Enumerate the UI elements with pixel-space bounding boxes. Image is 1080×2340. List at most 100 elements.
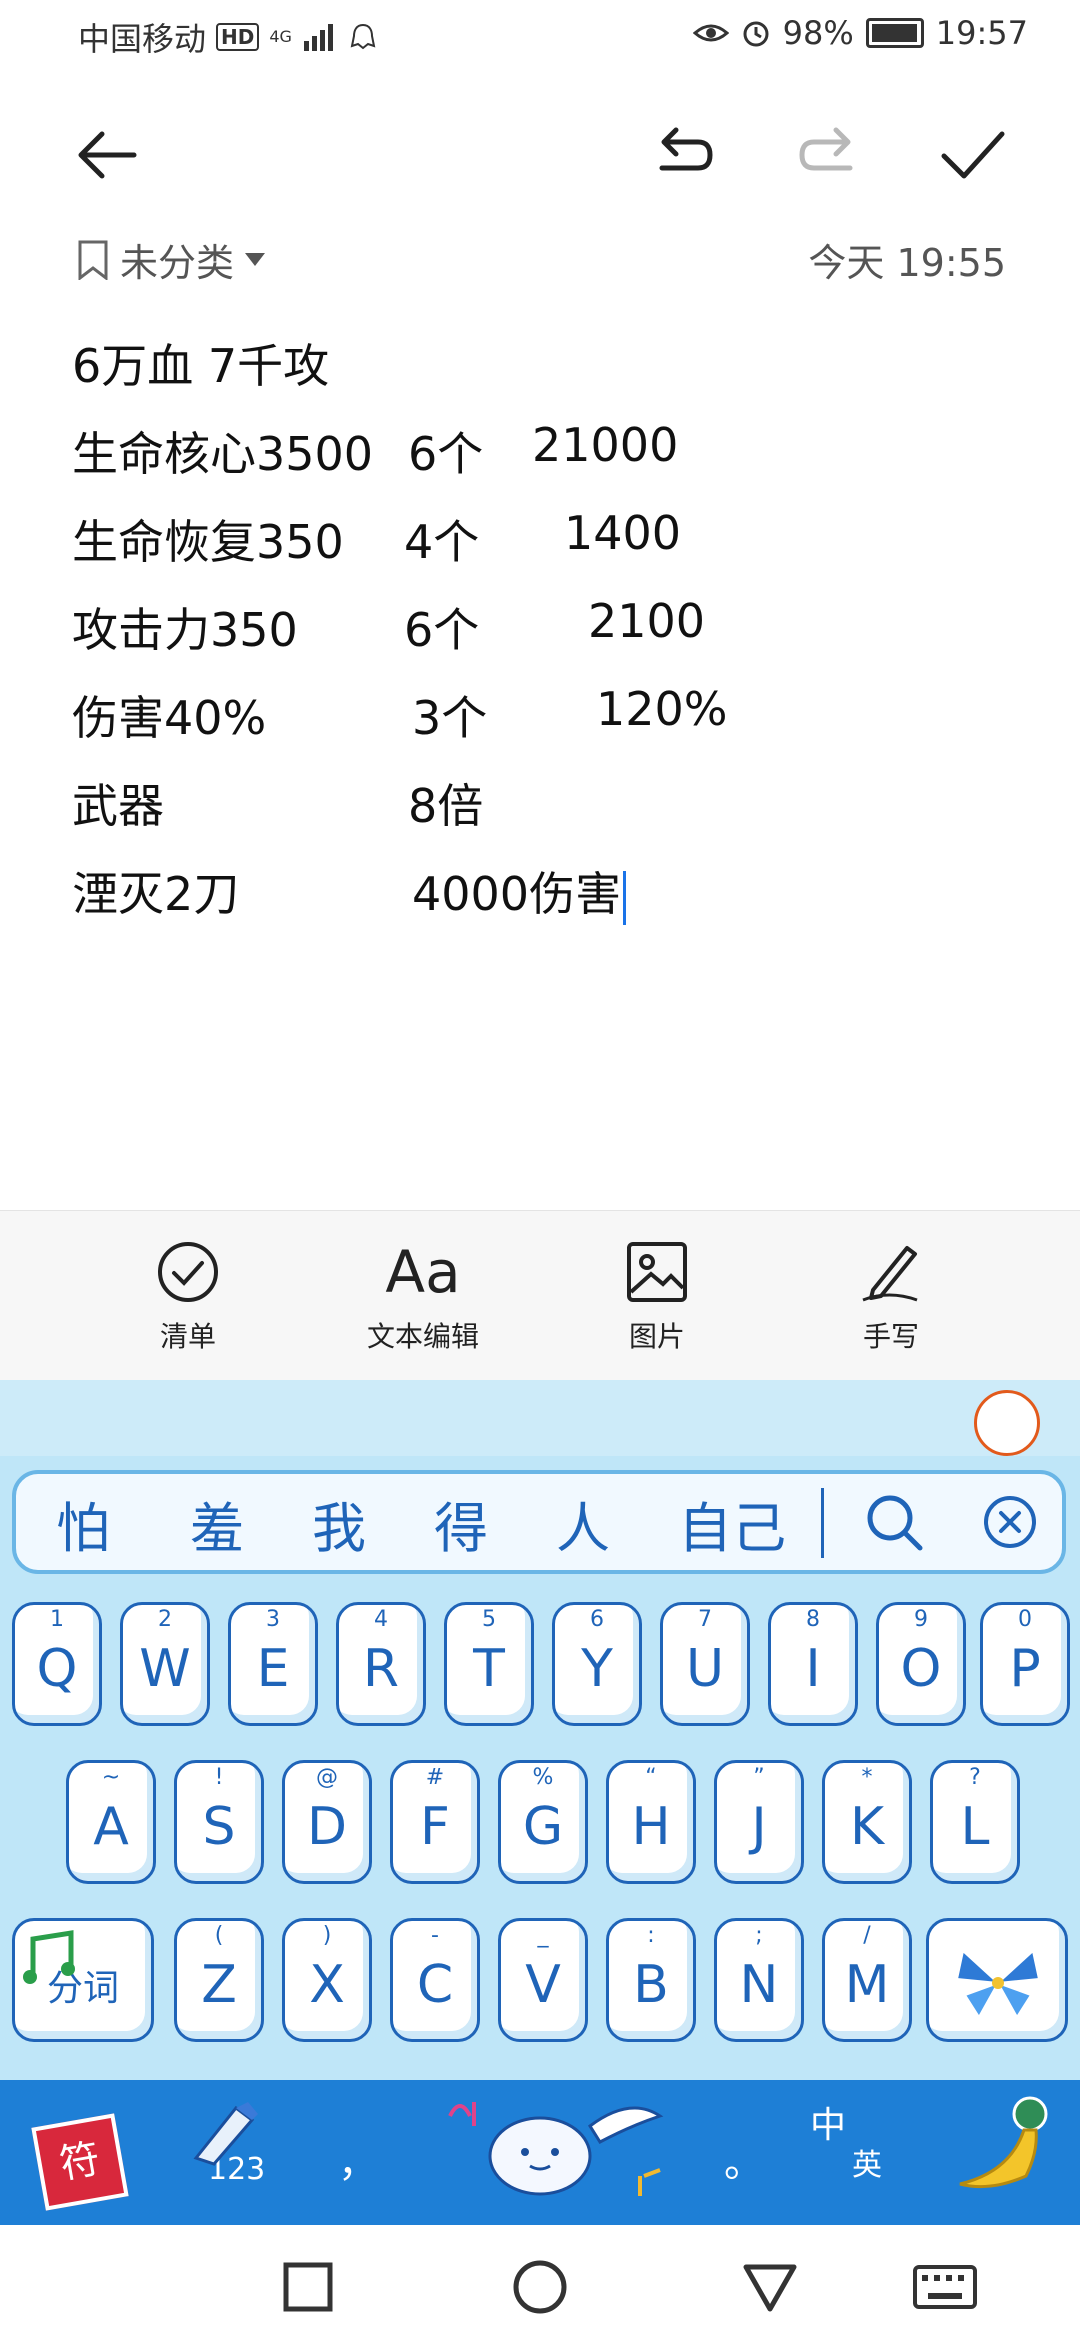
key-h[interactable]: “H: [606, 1760, 696, 1884]
handwrite-button[interactable]: 手写: [791, 1237, 991, 1355]
key-label: B: [633, 1955, 669, 2015]
key-label: T: [473, 1639, 505, 1699]
key-f[interactable]: # F: [390, 1760, 480, 1884]
key-g[interactable]: % G: [498, 1760, 588, 1884]
note-text: 伤害40%: [72, 691, 267, 745]
key-z[interactable]: (Z: [174, 1918, 264, 2042]
language-toggle-key[interactable]: 中 英: [810, 2096, 900, 2196]
key-s[interactable]: ! S: [174, 1760, 264, 1884]
note-line: 武器 8倍: [72, 770, 1012, 858]
recents-icon[interactable]: [278, 2257, 338, 2317]
hd-badge: HD: [216, 23, 260, 51]
key-label: R: [362, 1639, 400, 1699]
candidate-word[interactable]: 羞: [190, 1484, 244, 1563]
key-label: V: [525, 1955, 561, 2015]
key-x[interactable]: ) X: [282, 1918, 372, 2042]
note-text: 120%: [596, 682, 728, 736]
caret-down-icon: [245, 252, 266, 266]
symbol-key[interactable]: 符: [31, 2113, 129, 2211]
key-q[interactable]: 1Q: [12, 1602, 102, 1726]
note-text: 2100: [588, 594, 706, 648]
keyboard-mascot-icon[interactable]: [974, 1390, 1040, 1456]
text-edit-button[interactable]: Aa 文本编辑: [323, 1237, 523, 1355]
key-label: L: [960, 1797, 990, 1857]
candidate-word[interactable]: 自己: [678, 1484, 786, 1563]
note-body[interactable]: 6万血 7千攻 生命核心3500 6个 21000 生命恢复350 4个 140…: [72, 330, 1012, 946]
key-r[interactable]: 4R: [336, 1602, 426, 1726]
comma-key[interactable]: ，: [338, 2130, 378, 2188]
close-circle-icon[interactable]: [982, 1494, 1038, 1550]
key-label: U: [685, 1639, 725, 1699]
lang-cn-label: 中: [810, 2105, 847, 2146]
arrow-left-icon[interactable]: [72, 120, 142, 190]
note-text: 1400: [564, 506, 682, 560]
note-text: 6万血 7千攻: [72, 339, 330, 393]
image-button[interactable]: 图片: [557, 1237, 757, 1355]
key-p[interactable]: 0P: [980, 1602, 1070, 1726]
key-o[interactable]: 9O: [876, 1602, 966, 1726]
key-secondary: @: [316, 1765, 338, 1790]
candidate-word[interactable]: 人: [556, 1484, 610, 1563]
image-icon: [627, 1242, 687, 1302]
key-a[interactable]: ~ A: [66, 1760, 156, 1884]
key-i[interactable]: 8I: [768, 1602, 858, 1726]
key-b[interactable]: :B: [606, 1918, 696, 2042]
redo-icon[interactable]: [794, 120, 864, 190]
key-label: P: [1009, 1639, 1041, 1699]
checklist-button[interactable]: 清单: [88, 1237, 288, 1355]
search-icon[interactable]: [862, 1490, 926, 1554]
key-k[interactable]: * K: [822, 1760, 912, 1884]
note-action-bar: 清单 Aa 文本编辑 图片 手写: [0, 1210, 1080, 1381]
candidate-word[interactable]: 怕: [56, 1484, 110, 1563]
candidate-word[interactable]: 得: [434, 1484, 488, 1563]
battery-icon: [865, 18, 924, 48]
key-j[interactable]: ” J: [714, 1760, 804, 1884]
home-icon[interactable]: [510, 2257, 570, 2317]
key-label: N: [739, 1955, 779, 2015]
key-secondary: 4: [374, 1607, 388, 1632]
music-note-icon: [23, 1930, 75, 1984]
space-mascot-icon[interactable]: [430, 2086, 680, 2216]
key-n[interactable]: ; N: [714, 1918, 804, 2042]
key-m[interactable]: / M: [822, 1918, 912, 2042]
category-selector[interactable]: 未分类: [76, 232, 266, 287]
undo-icon[interactable]: [648, 120, 718, 190]
key-label: I: [805, 1639, 821, 1699]
note-text: 3个: [412, 691, 488, 745]
key-w[interactable]: 2W: [120, 1602, 210, 1726]
key-secondary: 3: [266, 1607, 280, 1632]
key-label: X: [309, 1955, 345, 2015]
key-fenci[interactable]: 分词: [12, 1918, 154, 2042]
key-y[interactable]: 6Y: [552, 1602, 642, 1726]
text-cursor: [623, 870, 627, 925]
key-e[interactable]: 3E: [228, 1602, 318, 1726]
key-label: M: [844, 1955, 890, 2015]
key-c[interactable]: -C: [390, 1918, 480, 2042]
backspace-key[interactable]: [926, 1918, 1068, 2042]
key-d[interactable]: @ D: [282, 1760, 372, 1884]
keyboard-top-strip: [0, 1380, 1080, 1456]
key-secondary: ;: [755, 1923, 763, 1948]
key-label: S: [202, 1797, 236, 1857]
handwrite-label: 手写: [862, 1320, 919, 1353]
check-icon[interactable]: [938, 120, 1008, 190]
note-text: 生命恢复350: [72, 515, 344, 569]
soft-keyboard: 怕 羞 我 得 人 自己 1Q 2W 3E 4R 5T 6Y 7U 8I 9O …: [0, 1380, 1080, 2225]
key-secondary: !: [214, 1765, 224, 1790]
key-t[interactable]: 5T: [444, 1602, 534, 1726]
candidate-word[interactable]: 我: [312, 1484, 366, 1563]
status-right: 98% 19:57: [692, 14, 1028, 52]
key-secondary: ): [322, 1923, 332, 1948]
keyboard-icon[interactable]: [912, 2257, 978, 2317]
key-v[interactable]: _ V: [498, 1918, 588, 2042]
key-label: E: [256, 1639, 290, 1699]
period-key[interactable]: 。: [724, 2130, 764, 2188]
note-text: 攻击力350: [72, 603, 298, 657]
key-l[interactable]: ? L: [930, 1760, 1020, 1884]
back-triangle-icon[interactable]: [740, 2257, 800, 2317]
key-u[interactable]: 7U: [660, 1602, 750, 1726]
note-text-with-cursor: 4000伤害: [412, 858, 627, 925]
brush-enter-icon[interactable]: [940, 2092, 1060, 2212]
key-secondary: 2: [158, 1607, 172, 1632]
carrier-label: 中国移动: [78, 20, 207, 58]
